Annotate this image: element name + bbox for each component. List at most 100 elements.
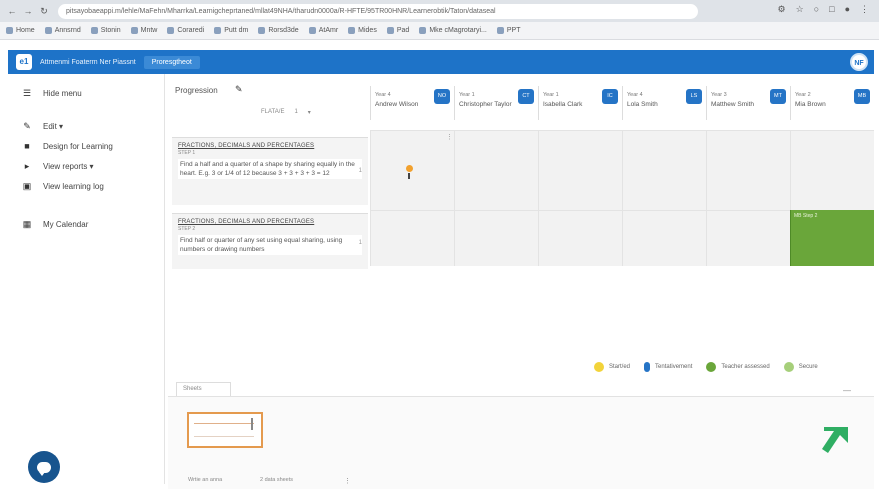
sidebar-item-edit[interactable]: ✎ Edit ▾ xyxy=(22,121,63,132)
pupil-badge[interactable]: MB xyxy=(854,89,870,104)
bookmark-label: Home xyxy=(16,27,35,34)
reload-icon[interactable]: ↻ xyxy=(38,5,50,17)
grid-cell[interactable] xyxy=(454,130,538,210)
sidebar-item-view-learning-log[interactable]: ▣ View learning log xyxy=(22,181,104,192)
sidebar-item-my-calendar[interactable]: ▦ My Calendar xyxy=(22,219,89,230)
objective-card[interactable]: FRACTIONS, DECIMALS AND PERCENTAGES STEP… xyxy=(172,137,368,205)
circle-icon[interactable]: ○ xyxy=(814,4,819,15)
legend-item-started: Start/ed xyxy=(594,362,630,372)
document-icon: ■ xyxy=(24,141,30,151)
sidebar-item-view-reports[interactable]: ▸ View reports ▾ xyxy=(22,161,94,172)
grid-cell[interactable] xyxy=(538,210,622,266)
pupil-header[interactable]: Year 1 Christopher Taylor CT xyxy=(454,86,538,120)
cell-menu-icon[interactable]: ⋮ xyxy=(446,133,453,141)
grid-cell[interactable] xyxy=(538,130,622,210)
objective-count: 1 xyxy=(358,240,362,246)
pupil-header[interactable]: Year 4 Andrew Wilson NO xyxy=(370,86,454,120)
menu-icon: ☰ xyxy=(22,88,32,98)
pupil-header[interactable]: Year 4 Lola Smith LS xyxy=(622,86,706,120)
bookmark-item[interactable]: Pad xyxy=(386,27,409,34)
bookmark-label: Annsrnd xyxy=(54,27,81,34)
tabs-icon[interactable]: □ xyxy=(829,4,834,15)
sidebar-item-design-for-learning[interactable]: ■ Design for Learning xyxy=(22,141,113,151)
bookmark-item[interactable]: Mntw xyxy=(130,27,157,34)
objective-heading[interactable]: FRACTIONS, DECIMALS AND PERCENTAGES xyxy=(178,143,362,149)
profile-icon[interactable]: ● xyxy=(845,4,850,15)
bookmark-icon xyxy=(308,27,316,34)
grid-cell[interactable] xyxy=(706,130,790,210)
bookmark-icon xyxy=(214,27,222,34)
bookmark-item[interactable]: Home xyxy=(6,27,35,34)
sheet-thumbnail[interactable] xyxy=(187,412,263,448)
tab-sheets[interactable]: Sheets xyxy=(176,382,231,396)
assessment-grid: Year 4 Andrew Wilson NO Year 1 Christoph… xyxy=(370,86,874,268)
legend-label: Secure xyxy=(798,364,818,370)
bookmark-icon xyxy=(258,27,266,34)
log-icon: ▣ xyxy=(22,181,32,191)
bookmark-item[interactable]: Mides xyxy=(348,27,377,34)
bookmark-label: PPT xyxy=(506,27,521,34)
brand-logo-icon xyxy=(822,427,848,453)
assessed-cell[interactable]: MB Step 2 xyxy=(790,210,874,266)
active-breadcrumb[interactable]: Proresgtheot xyxy=(143,55,200,69)
pupil-header[interactable]: Year 2 Mia Brown MB xyxy=(790,86,874,120)
edit-title-icon[interactable]: ✎ xyxy=(235,84,243,95)
browser-actions: ⚙ ☆ ○ □ ● ⋮ xyxy=(778,4,869,15)
pupil-badge[interactable]: CT xyxy=(518,89,534,104)
bookmark-item[interactable]: AtAmr xyxy=(308,27,338,34)
avatar[interactable]: NF xyxy=(850,53,868,71)
kebab-menu-icon[interactable]: ⋮ xyxy=(860,4,869,15)
grid-cell[interactable] xyxy=(454,210,538,266)
bookmark-item[interactable]: Rorsd3de xyxy=(258,27,299,34)
sidebar-item-hide-menu[interactable]: ☰ Hide menu xyxy=(22,88,82,99)
bookmark-icon xyxy=(6,27,13,34)
objective-heading[interactable]: FRACTIONS, DECIMALS AND PERCENTAGES xyxy=(178,219,362,225)
bookmark-item[interactable]: Coraredi xyxy=(167,27,204,34)
collapse-caret-icon[interactable]: — xyxy=(843,386,851,395)
star-icon[interactable]: ☆ xyxy=(796,4,804,15)
objective-card[interactable]: FRACTIONS, DECIMALS AND PERCENTAGES STEP… xyxy=(172,213,368,269)
pupil-badge[interactable]: IC xyxy=(602,89,618,104)
filter-label[interactable]: FLATA/E xyxy=(261,109,284,116)
grid-cell[interactable] xyxy=(622,210,706,266)
pupil-badge[interactable]: NO xyxy=(434,89,450,104)
chat-button[interactable] xyxy=(28,451,60,483)
thumb-line xyxy=(194,436,254,437)
grid-cell[interactable] xyxy=(706,210,790,266)
bookmark-item[interactable]: Putt dm xyxy=(214,27,248,34)
page-frame: ← → ↻ pitsayobaeappi.m/lehle/MaFehn/Mhar… xyxy=(0,0,879,489)
sidebar-item-label: Design for Learning xyxy=(43,141,113,151)
grid-cell[interactable] xyxy=(790,130,874,210)
objective-step: STEP 2 xyxy=(178,226,196,232)
back-icon[interactable]: ← xyxy=(6,5,18,17)
objective-description: Find a half and a quarter of a shape by … xyxy=(178,159,362,179)
app-logo[interactable]: e1 xyxy=(16,54,32,70)
address-bar[interactable]: pitsayobaeappi.m/lehle/MaFehn/Mharrka/Le… xyxy=(58,3,698,19)
started-marker-icon[interactable] xyxy=(406,165,413,172)
pupil-header[interactable]: Year 3 Matthew Smith MT xyxy=(706,86,790,120)
thumb-line xyxy=(194,423,254,424)
objective-count: 1 xyxy=(358,168,362,174)
sheet-menu-icon[interactable]: ⋮ xyxy=(344,477,351,485)
bookmark-item[interactable]: Annsrnd xyxy=(44,27,81,34)
bookmark-label: Stonin xyxy=(100,27,121,34)
pupil-badge[interactable]: MT xyxy=(770,89,786,104)
bookmark-label: Putt dm xyxy=(224,27,249,34)
forward-icon[interactable]: → xyxy=(22,5,34,17)
bookmark-item[interactable]: PPT xyxy=(496,27,521,34)
page-title: Progression xyxy=(175,86,218,95)
pupil-badge[interactable]: LS xyxy=(686,89,702,104)
extensions-icon[interactable]: ⚙ xyxy=(778,4,786,15)
bookmark-item[interactable]: Mke cMagrotaryi... xyxy=(419,27,487,34)
filter-row: FLATA/E 1 ▾ xyxy=(261,109,311,116)
filter-caret-icon[interactable]: ▾ xyxy=(308,109,311,116)
bookmark-item[interactable]: Stonin xyxy=(90,27,121,34)
breadcrumb[interactable]: Attmenmi Foaterm Ner Piassnt xyxy=(40,59,136,66)
grid-cell[interactable]: ⋮ xyxy=(370,130,454,210)
legend-dot-icon xyxy=(706,362,717,372)
pupil-header[interactable]: Year 1 Isabella Clark IC xyxy=(538,86,622,120)
grid-cell[interactable] xyxy=(622,130,706,210)
bookmark-icon xyxy=(496,27,504,34)
grid-cell[interactable] xyxy=(370,210,454,266)
bookmark-label: Mides xyxy=(358,27,377,34)
